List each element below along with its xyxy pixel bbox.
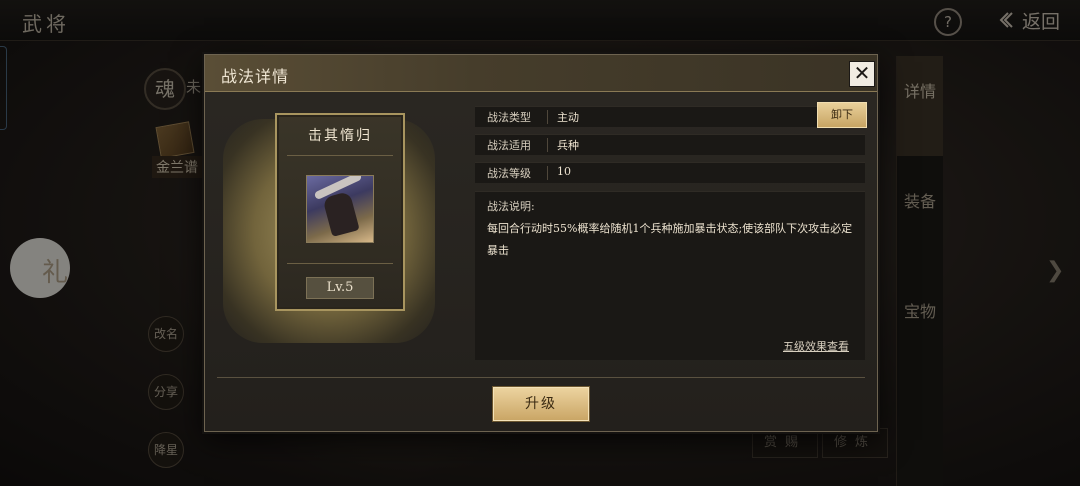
dialog-divider — [217, 377, 865, 378]
skill-type-row: 战法类型 主动 — [475, 106, 865, 127]
close-button[interactable]: ✕ — [849, 61, 875, 87]
skill-type-value: 主动 — [557, 111, 579, 124]
skill-type-label: 战法类型 — [487, 111, 531, 124]
row-separator — [547, 110, 548, 124]
dialog-header: 战法详情 ✕ — [205, 55, 877, 92]
row-separator — [547, 166, 548, 180]
skill-level: Lv.5 — [306, 277, 374, 299]
skill-description-box: 战法说明: 每回合行动时55%概率给随机1个兵种施加暴击状态;使该部队下次攻击必… — [475, 191, 865, 360]
skill-name: 击其惰归 — [308, 128, 372, 144]
skill-level-value: 10 — [557, 165, 571, 178]
unload-button[interactable]: 卸下 — [817, 102, 867, 128]
skill-level-row: 战法等级 10 — [475, 162, 865, 183]
skill-warrior-icon — [306, 175, 374, 243]
level-five-effect-link[interactable]: 五级效果查看 — [783, 338, 849, 354]
description-title: 战法说明: — [487, 200, 535, 213]
skill-card: 击其惰归 Lv.5 — [275, 113, 405, 311]
row-separator — [547, 138, 548, 152]
upgrade-button[interactable]: 升级 — [493, 387, 589, 421]
card-divider — [287, 155, 393, 156]
skill-target-value: 兵种 — [557, 139, 579, 152]
dialog-title: 战法详情 — [221, 67, 290, 86]
skill-level-label: 战法等级 — [487, 167, 531, 180]
skill-target-row: 战法适用 兵种 — [475, 134, 865, 155]
card-divider — [287, 263, 393, 264]
skill-target-label: 战法适用 — [487, 139, 531, 152]
skill-detail-dialog: 战法详情 ✕ 击其惰归 Lv.5 战法类型 主动 卸下 战法适用 兵种 战法等级… — [204, 54, 878, 432]
description-text: 每回合行动时55%概率给随机1个兵种施加暴击状态;使该部队下次攻击必定暴击 — [487, 222, 853, 257]
